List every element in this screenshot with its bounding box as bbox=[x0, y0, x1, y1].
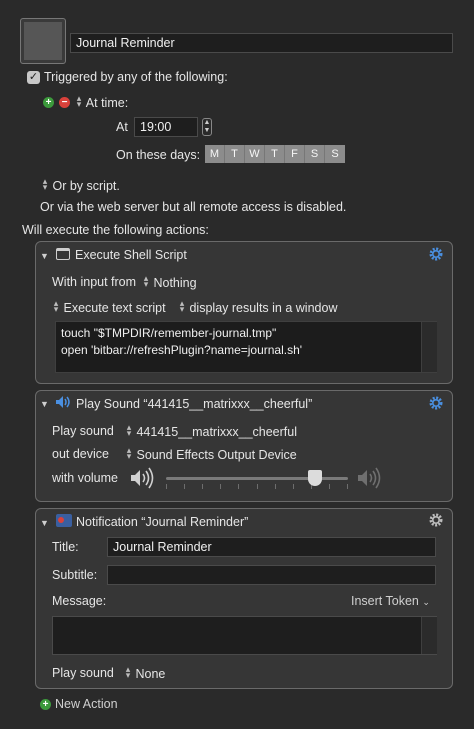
volume-ticks bbox=[166, 484, 348, 490]
web-server-note: Or via the web server but all remote acc… bbox=[40, 200, 347, 214]
volume-label: with volume bbox=[52, 471, 118, 485]
volume-high-icon bbox=[358, 467, 381, 489]
collapse-triangle-icon[interactable]: ▼ bbox=[40, 251, 49, 261]
volume-tick bbox=[166, 484, 167, 489]
input-from-popup[interactable]: ▴ ▾ Nothing bbox=[142, 273, 197, 291]
out-device-value: Sound Effects Output Device bbox=[136, 448, 297, 462]
notification-message-label: Message: bbox=[52, 594, 107, 608]
new-action-button[interactable]: New Action bbox=[55, 697, 118, 711]
output-mode-value: display results in a window bbox=[189, 301, 338, 315]
actions-header: Will execute the following actions: bbox=[22, 223, 209, 237]
input-from-label: With input from bbox=[52, 275, 137, 289]
sound-file-value: 441415__matrixxx__cheerful bbox=[136, 425, 298, 439]
notification-subtitle-field[interactable] bbox=[107, 565, 436, 585]
time-stepper[interactable]: ▲ ▼ bbox=[202, 118, 212, 136]
gear-icon[interactable] bbox=[428, 246, 444, 262]
message-scrollbar[interactable] bbox=[421, 617, 437, 654]
time-field[interactable]: 19:00 bbox=[134, 117, 198, 137]
updown-arrows-icon: ▴ ▾ bbox=[143, 273, 149, 289]
trigger-header-label: Triggered by any of the following: bbox=[44, 70, 228, 84]
day-button[interactable]: S bbox=[325, 145, 345, 163]
volume-tick bbox=[184, 484, 185, 489]
updown-arrows-icon: ▴ ▾ bbox=[125, 664, 131, 680]
notification-message-area[interactable] bbox=[52, 616, 437, 655]
by-script-popup[interactable]: ▴ ▾ Or by script. bbox=[41, 176, 120, 194]
gear-icon[interactable] bbox=[428, 395, 444, 411]
volume-tick bbox=[329, 484, 330, 489]
volume-slider-knob[interactable] bbox=[308, 470, 323, 486]
notification-title-label: Title: bbox=[52, 540, 79, 554]
script-line: touch "$TMPDIR/remember-journal.tmp" bbox=[61, 326, 277, 340]
day-button[interactable]: T bbox=[265, 145, 285, 163]
volume-low-icon bbox=[131, 467, 154, 489]
out-device-label: out device bbox=[52, 447, 109, 461]
macro-icon-well[interactable] bbox=[20, 18, 66, 64]
day-button[interactable]: S bbox=[305, 145, 325, 163]
script-scrollbar[interactable] bbox=[421, 322, 437, 372]
script-line: open 'bitbar://refreshPlugin?name=journa… bbox=[61, 343, 303, 357]
notification-subtitle-label: Subtitle: bbox=[52, 568, 98, 582]
volume-tick bbox=[220, 484, 221, 489]
notification-action-title: Notification “Journal Reminder” bbox=[76, 515, 249, 529]
trigger-checkbox[interactable]: ✓ bbox=[27, 71, 40, 84]
day-button[interactable]: T bbox=[225, 145, 245, 163]
chevron-down-icon: ⌄ bbox=[422, 597, 430, 607]
remove-trigger-button[interactable]: − bbox=[59, 97, 70, 108]
updown-arrows-icon: ▴ ▾ bbox=[53, 298, 59, 314]
trigger-type-popup[interactable]: ▴ ▾ At time: bbox=[75, 93, 129, 111]
collapse-triangle-icon[interactable]: ▼ bbox=[40, 518, 49, 528]
updown-arrows-icon: ▴ ▾ bbox=[42, 176, 48, 192]
updown-arrows-icon: ▴ ▾ bbox=[76, 93, 82, 109]
add-trigger-button[interactable]: + bbox=[43, 97, 54, 108]
play-sound-label: Play sound bbox=[52, 424, 114, 438]
volume-tick bbox=[347, 484, 348, 489]
macro-name-field[interactable]: Journal Reminder bbox=[70, 33, 453, 53]
collapse-triangle-icon[interactable]: ▼ bbox=[40, 399, 49, 409]
script-mode-value: Execute text script bbox=[63, 301, 166, 315]
sound-file-popup[interactable]: ▴ ▾ 441415__matrixxx__cheerful bbox=[125, 422, 298, 440]
volume-tick bbox=[293, 484, 294, 489]
gear-icon[interactable] bbox=[428, 512, 444, 528]
script-mode-popup[interactable]: ▴ ▾ Execute text script bbox=[52, 298, 166, 316]
days-selector: MTWTFSS bbox=[205, 145, 345, 163]
updown-arrows-icon: ▴ ▾ bbox=[126, 422, 132, 438]
days-label: On these days: bbox=[116, 148, 201, 162]
updown-arrows-icon: ▴ ▾ bbox=[126, 445, 132, 461]
at-time-label: At time: bbox=[85, 96, 129, 110]
shell-action-title: Execute Shell Script bbox=[75, 248, 187, 262]
sound-action-title: Play Sound “441415__matrixxx__cheerful” bbox=[76, 397, 313, 411]
notification-sound-popup[interactable]: ▴ ▾ None bbox=[124, 664, 166, 682]
day-button[interactable]: F bbox=[285, 145, 305, 163]
by-script-label: Or by script. bbox=[52, 179, 120, 193]
notification-sound-value: None bbox=[135, 667, 166, 681]
volume-tick bbox=[202, 484, 203, 489]
add-icon[interactable]: + bbox=[40, 699, 51, 710]
notification-sound-label: Play sound bbox=[52, 666, 114, 680]
terminal-icon bbox=[56, 248, 70, 260]
at-label: At bbox=[116, 120, 128, 134]
day-button[interactable]: M bbox=[205, 145, 225, 163]
notification-icon bbox=[56, 514, 72, 527]
output-mode-popup[interactable]: ▴ ▾ display results in a window bbox=[178, 298, 338, 316]
script-text-area[interactable]: touch "$TMPDIR/remember-journal.tmp" ope… bbox=[55, 321, 437, 373]
volume-tick bbox=[238, 484, 239, 489]
day-button[interactable]: W bbox=[245, 145, 265, 163]
volume-tick bbox=[275, 484, 276, 489]
input-from-value: Nothing bbox=[153, 276, 197, 290]
out-device-popup[interactable]: ▴ ▾ Sound Effects Output Device bbox=[125, 445, 297, 463]
notification-title-field[interactable]: Journal Reminder bbox=[107, 537, 436, 557]
insert-token-label: Insert Token bbox=[351, 594, 419, 608]
updown-arrows-icon: ▴ ▾ bbox=[179, 298, 185, 314]
speaker-icon bbox=[56, 396, 70, 408]
volume-tick bbox=[257, 484, 258, 489]
insert-token-button[interactable]: Insert Token ⌄ bbox=[351, 594, 430, 608]
